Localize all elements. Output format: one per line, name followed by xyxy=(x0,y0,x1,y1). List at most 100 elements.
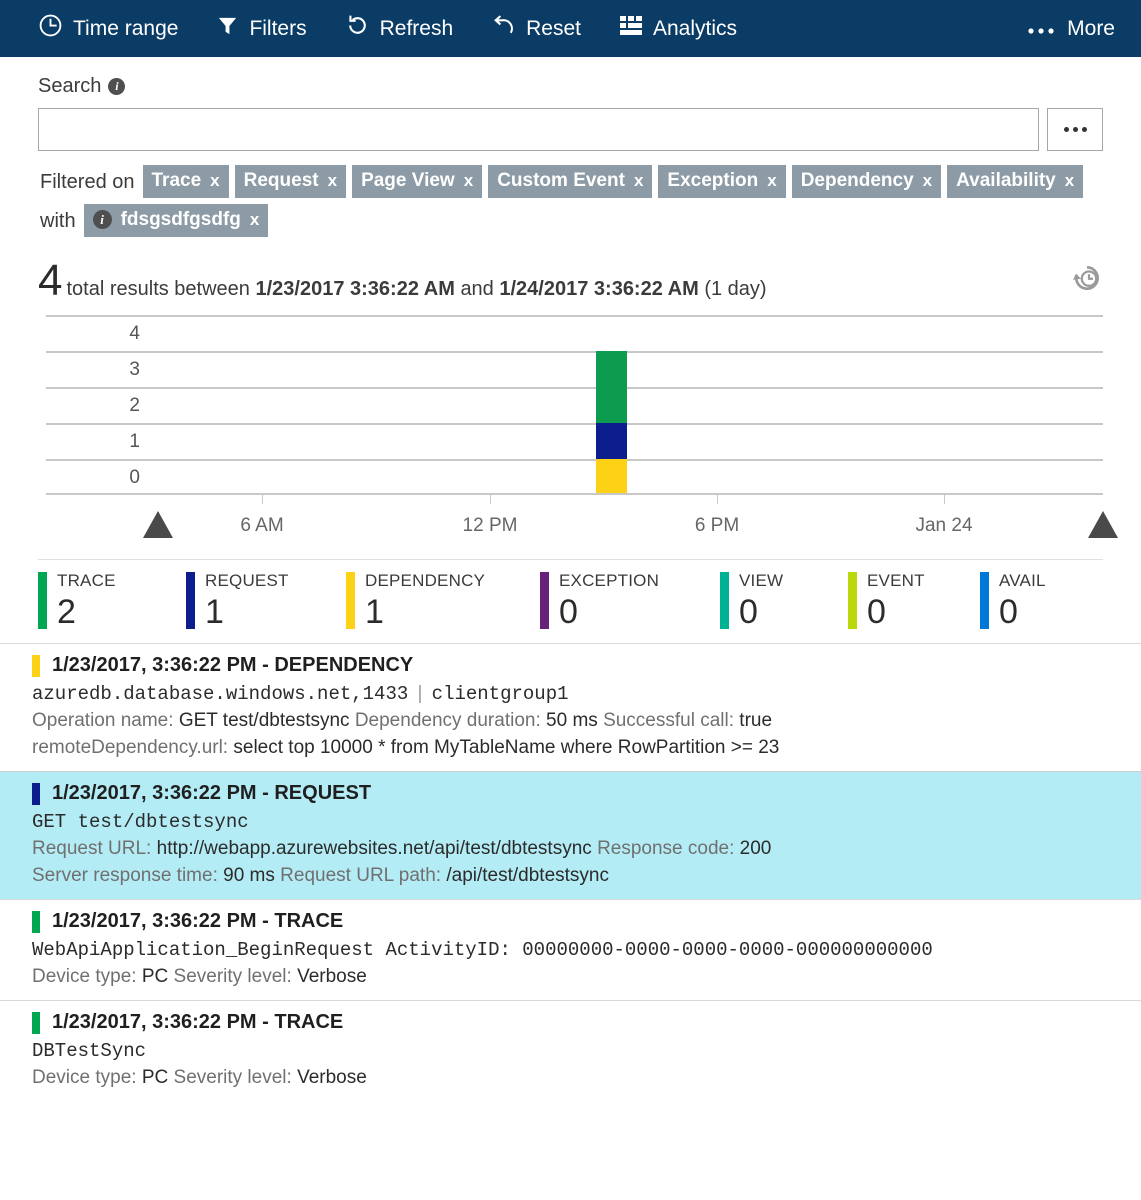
meta-key: Severity level: xyxy=(173,966,292,987)
filter-chip-exception[interactable]: Exception x xyxy=(658,165,786,198)
toolbar-item-time-range[interactable]: Time range xyxy=(38,13,178,44)
search-more-button[interactable] xyxy=(1047,108,1103,151)
chip-label: Availability xyxy=(956,170,1056,191)
toolbar-label-time-range: Time range xyxy=(73,16,179,40)
result-item-trace-1[interactable]: 1/23/2017, 3:36:22 PM - TRACE WebApiAppl… xyxy=(0,899,1141,1000)
legend-color-swatch xyxy=(720,572,729,629)
chart-bar-stack[interactable] xyxy=(596,351,627,493)
counter-label: EXCEPTION xyxy=(559,571,660,590)
close-icon[interactable]: x xyxy=(210,172,219,189)
counter-exception[interactable]: EXCEPTION 0 xyxy=(540,572,720,629)
close-icon[interactable]: x xyxy=(634,172,643,189)
timeline-chart: 4 3 2 1 0 6 AM 12 PM 6 PM Jan 24 xyxy=(38,315,1118,553)
result-item-request[interactable]: 1/23/2017, 3:36:22 PM - REQUEST GET test… xyxy=(0,771,1141,899)
funnel-icon xyxy=(216,13,239,44)
toolbar-item-filters[interactable]: Filters xyxy=(216,13,307,44)
chip-label: Trace xyxy=(151,170,202,191)
top-toolbar: Time range Filters Refresh Reset Analyti… xyxy=(0,0,1141,57)
x-tick-label-3: 6 PM xyxy=(694,515,740,536)
result-meta-line-1: Request URL: http://webapp.azurewebsites… xyxy=(32,838,1127,860)
result-primary-line: DBTestSync xyxy=(32,1040,147,1062)
summary-range-end: 1/24/2017 3:36:22 AM xyxy=(499,278,699,300)
gridline xyxy=(46,459,1103,461)
summary-duration: (1 day) xyxy=(704,278,767,300)
filter-chip-trace[interactable]: Trace x xyxy=(142,165,229,198)
result-header: 1/23/2017, 3:36:22 PM - REQUEST xyxy=(32,782,1127,805)
result-meta-line-1: Device type: PC Severity level: Verbose xyxy=(32,1067,1127,1089)
meta-value: Verbose xyxy=(297,1067,367,1088)
meta-key: Operation name: xyxy=(32,710,174,731)
y-tick-3: 3 xyxy=(129,359,140,380)
counter-label: AVAIL xyxy=(999,571,1046,590)
result-item-trace-2[interactable]: 1/23/2017, 3:36:22 PM - TRACE DBTestSync… xyxy=(0,1000,1141,1101)
legend-color-swatch xyxy=(346,572,355,629)
result-item-dependency[interactable]: 1/23/2017, 3:36:22 PM - DEPENDENCY azure… xyxy=(0,643,1141,771)
range-handle-left[interactable] xyxy=(143,511,173,538)
telemetry-type-counters: TRACE 2 REQUEST 1 DEPENDENCY 1 EXCEPTION… xyxy=(38,559,1103,629)
counter-avail[interactable]: AVAIL 0 xyxy=(980,572,1100,629)
bar-segment-trace xyxy=(596,351,627,423)
toolbar-label-filters: Filters xyxy=(249,16,307,40)
filter-chip-request[interactable]: Request x xyxy=(234,165,347,198)
x-tickmark xyxy=(490,495,491,504)
filter-chip-page-view[interactable]: Page View x xyxy=(352,165,483,198)
counter-view[interactable]: VIEW 0 xyxy=(720,572,848,629)
dependency-client-group: clientgroup1 xyxy=(431,683,569,705)
gridline xyxy=(46,387,1103,389)
meta-value: 50 ms xyxy=(546,710,598,731)
search-label-row: Search i xyxy=(38,75,1103,98)
toolbar-item-more[interactable]: More xyxy=(1027,17,1115,41)
y-tick-4: 4 xyxy=(129,323,140,344)
y-tick-2: 2 xyxy=(129,395,140,416)
result-type-swatch xyxy=(32,782,40,805)
gridline xyxy=(46,351,1103,353)
toolbar-item-analytics[interactable]: Analytics xyxy=(619,15,737,43)
close-icon[interactable]: x xyxy=(923,172,932,189)
filter-chip-search-term[interactable]: i fdsgsdfgsdfg x xyxy=(83,204,269,237)
meta-key: Request URL path: xyxy=(280,865,442,886)
meta-value: /api/test/dbtestsync xyxy=(446,865,609,886)
info-icon[interactable]: i xyxy=(108,78,126,95)
close-icon[interactable]: x xyxy=(767,172,776,189)
meta-key: Request URL: xyxy=(32,838,152,859)
counter-event[interactable]: EVENT 0 xyxy=(848,572,980,629)
counter-value: 1 xyxy=(365,593,384,631)
meta-value: http://webapp.azurewebsites.net/api/test… xyxy=(156,838,592,859)
toolbar-label-reset: Reset xyxy=(526,16,581,40)
info-icon[interactable]: i xyxy=(92,210,112,229)
y-tick-1: 1 xyxy=(129,431,140,452)
meta-value: 90 ms xyxy=(223,865,275,886)
gridline xyxy=(46,423,1103,425)
search-input[interactable] xyxy=(38,108,1039,151)
chip-label: Dependency xyxy=(800,170,914,191)
counter-trace[interactable]: TRACE 2 xyxy=(38,572,186,629)
counter-value: 1 xyxy=(205,593,224,631)
close-icon[interactable]: x xyxy=(328,172,337,189)
counter-dependency[interactable]: DEPENDENCY 1 xyxy=(346,572,540,629)
result-type-swatch xyxy=(32,654,40,677)
results-list: 1/23/2017, 3:36:22 PM - DEPENDENCY azure… xyxy=(0,643,1141,1101)
result-meta-line-1: Operation name: GET test/dbtestsync Depe… xyxy=(32,710,1127,732)
history-clock-icon[interactable] xyxy=(1071,262,1103,299)
filter-chip-list: Filtered on Trace x Request x Page View … xyxy=(38,165,1103,237)
toolbar-item-refresh[interactable]: Refresh xyxy=(345,13,453,44)
close-icon[interactable]: x xyxy=(464,172,473,189)
close-icon[interactable]: x xyxy=(1065,172,1074,189)
summary-text-middle: and xyxy=(460,278,494,300)
chip-label: Page View xyxy=(361,170,455,191)
request-name: GET test/dbtestsync xyxy=(32,811,249,833)
toolbar-label-more: More xyxy=(1067,16,1115,40)
filter-chip-dependency[interactable]: Dependency x xyxy=(791,165,942,198)
toolbar-item-reset[interactable]: Reset xyxy=(491,13,581,44)
filter-chip-custom-event[interactable]: Custom Event x xyxy=(488,165,653,198)
result-type-swatch xyxy=(32,910,40,933)
counter-label: TRACE xyxy=(57,571,116,590)
counter-label: EVENT xyxy=(867,571,925,590)
meta-key: Severity level: xyxy=(173,1067,292,1088)
close-icon[interactable]: x xyxy=(250,211,259,228)
chip-label: fdsgsdfgsdfg xyxy=(120,209,241,230)
meta-value: PC xyxy=(141,966,169,987)
range-handle-right[interactable] xyxy=(1088,511,1118,538)
counter-request[interactable]: REQUEST 1 xyxy=(186,572,346,629)
filter-chip-availability[interactable]: Availability x xyxy=(947,165,1084,198)
